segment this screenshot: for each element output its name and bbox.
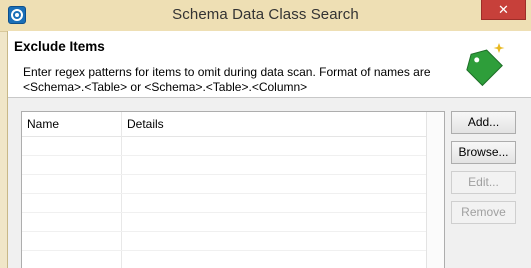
edit-button[interactable]: Edit... xyxy=(451,171,516,194)
add-button[interactable]: Add... xyxy=(451,111,516,134)
row-divider xyxy=(22,212,444,213)
row-divider xyxy=(22,231,444,232)
remove-button[interactable]: Remove xyxy=(451,201,516,224)
browse-button[interactable]: Browse... xyxy=(451,141,516,164)
dialog-body: Exclude Items Enter regex patterns for i… xyxy=(7,31,531,268)
close-button[interactable]: ✕ xyxy=(481,0,526,20)
vertical-scrollbar[interactable] xyxy=(426,112,444,268)
row-divider xyxy=(22,174,444,175)
banner-description: Enter regex patterns for items to omit d… xyxy=(23,65,431,94)
header-banner: Exclude Items Enter regex patterns for i… xyxy=(8,31,531,98)
column-header-name[interactable]: Name xyxy=(27,117,59,131)
row-divider xyxy=(22,193,444,194)
table-header: Name Details xyxy=(22,112,444,137)
title-bar: Schema Data Class Search ✕ xyxy=(0,0,531,32)
column-header-details[interactable]: Details xyxy=(127,117,164,131)
green-tag-icon xyxy=(466,43,505,87)
banner-title: Exclude Items xyxy=(14,39,105,54)
row-divider xyxy=(22,250,444,251)
row-divider xyxy=(22,155,444,156)
column-divider xyxy=(121,112,122,268)
window-title: Schema Data Class Search xyxy=(172,6,359,23)
exclude-items-table[interactable]: Name Details xyxy=(21,111,445,268)
